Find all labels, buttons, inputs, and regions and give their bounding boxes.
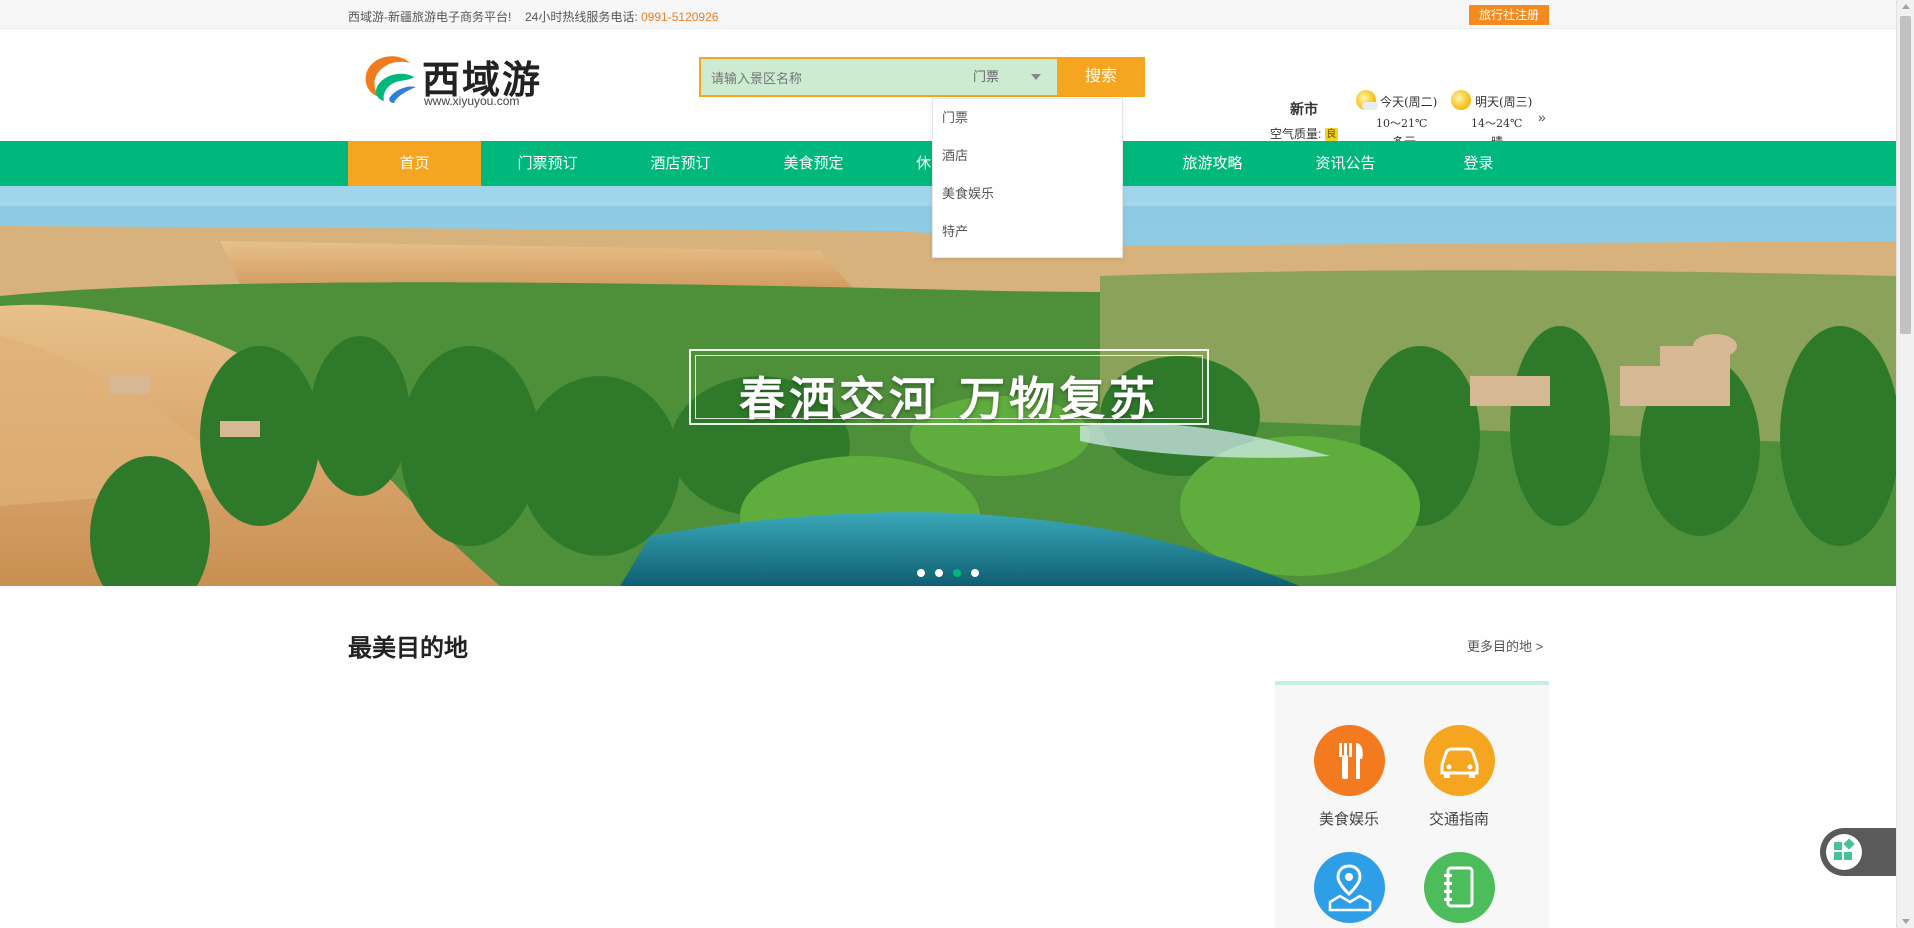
fork-knife-icon xyxy=(1313,725,1385,796)
page-scrollbar[interactable] xyxy=(1896,0,1914,928)
nav-item-guides[interactable]: 旅游攻略 xyxy=(1146,141,1279,186)
banner-pagination xyxy=(917,564,989,582)
banner-caption-frame: 春洒交河 万物复苏 xyxy=(689,349,1209,426)
weather-day-label: 明天(周三) xyxy=(1475,95,1533,109)
top-bar: 西域游-新疆旅游电子商务平台! 24小时热线服务电话: 0991-5120926… xyxy=(0,0,1896,29)
agency-register-button[interactable]: 旅行社注册 xyxy=(1469,5,1549,25)
banner-dot-3[interactable] xyxy=(953,569,961,577)
search-button[interactable]: 搜索 xyxy=(1057,57,1145,97)
weather-more-icon[interactable]: » xyxy=(1538,109,1546,125)
nav-item-hotels[interactable]: 酒店预订 xyxy=(614,141,747,186)
app-grid-icon xyxy=(1826,834,1862,870)
service-transport[interactable]: 交通指南 xyxy=(1404,725,1514,829)
car-icon xyxy=(1423,725,1495,796)
weather-day-temp: 10～21℃ xyxy=(1376,117,1428,130)
weather-day-label: 今天(周二) xyxy=(1380,95,1438,109)
nav-item-home[interactable]: 首页 xyxy=(348,141,481,186)
banner-caption: 春洒交河 万物复苏 xyxy=(738,372,1159,426)
dropdown-option-tickets[interactable]: 门票 xyxy=(933,99,1122,137)
sunny-icon xyxy=(1451,90,1471,110)
nav-item-tickets[interactable]: 门票预订 xyxy=(481,141,614,186)
banner-dot-1[interactable] xyxy=(917,569,925,577)
nav-item-food[interactable]: 美食预定 xyxy=(747,141,880,186)
site-slogan: 西域游-新疆旅游电子商务平台! xyxy=(348,10,512,24)
service-map[interactable] xyxy=(1294,852,1404,928)
air-quality: 空气质量: 良 xyxy=(1270,125,1338,142)
banner-dot-2[interactable] xyxy=(935,569,943,577)
weather-day-temp: 14～24℃ xyxy=(1471,117,1523,130)
service-label: 交通指南 xyxy=(1428,811,1489,828)
more-destinations-link[interactable]: 更多目的地 > xyxy=(1467,636,1543,655)
hotline-number: 0991-5120926 xyxy=(641,10,719,24)
weather-city: 新市 xyxy=(1290,101,1318,117)
scroll-up-icon[interactable] xyxy=(1902,4,1910,9)
banner-dot-4[interactable] xyxy=(971,569,979,577)
logo-url: www.xiyuyou.com xyxy=(424,94,520,108)
search-input[interactable] xyxy=(711,68,951,88)
service-food[interactable]: 美食娱乐 xyxy=(1294,725,1404,829)
section-title: 最美目的地 xyxy=(348,635,468,662)
search-type-value: 门票 xyxy=(973,69,1000,84)
scroll-down-icon[interactable] xyxy=(1902,919,1910,924)
search-type-select[interactable]: 门票 xyxy=(971,59,1057,95)
hotline-label: 24小时热线服务电话: xyxy=(525,10,638,24)
chevron-down-icon xyxy=(1031,74,1041,80)
floating-app-widget[interactable] xyxy=(1820,828,1896,876)
map-pin-icon xyxy=(1313,852,1385,923)
nav-item-news[interactable]: 资讯公告 xyxy=(1279,141,1412,186)
search-type-dropdown: 门票 酒店 美食娱乐 特产 xyxy=(932,98,1123,258)
service-guide[interactable] xyxy=(1404,852,1514,928)
air-quality-badge: 良 xyxy=(1324,128,1338,142)
hotline: 24小时热线服务电话: 0991-5120926 xyxy=(525,8,718,25)
notebook-icon xyxy=(1423,852,1495,923)
scrollbar-thumb[interactable] xyxy=(1900,16,1911,334)
dropdown-option-hotel[interactable]: 酒店 xyxy=(933,137,1122,175)
site-logo[interactable]: 西域游 www.xiyuyou.com xyxy=(360,49,545,109)
air-quality-label: 空气质量: xyxy=(1270,127,1322,141)
cloud-icon xyxy=(1362,102,1378,110)
services-panel: 美食娱乐 交通指南 xyxy=(1275,681,1549,928)
nav-item-login[interactable]: 登录 xyxy=(1412,141,1545,186)
dropdown-option-food[interactable]: 美食娱乐 xyxy=(933,175,1122,213)
dropdown-option-specialty[interactable]: 特产 xyxy=(933,213,1122,251)
service-label: 美食娱乐 xyxy=(1318,811,1379,828)
logo-swoosh-icon xyxy=(365,56,416,103)
